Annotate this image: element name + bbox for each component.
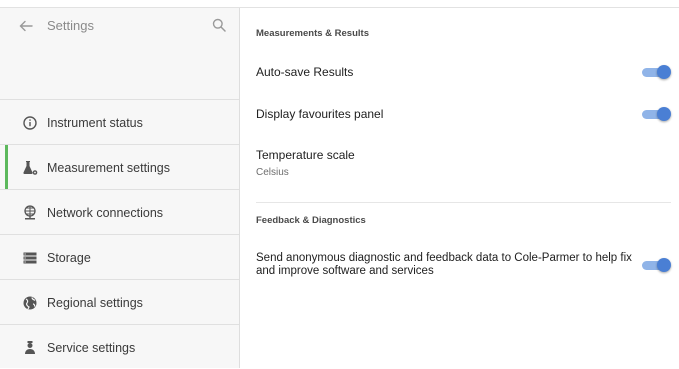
favourites-label: Display favourites panel [256, 107, 384, 121]
sidebar-title: Settings [47, 18, 94, 33]
sidebar-item-storage[interactable]: Storage [0, 234, 239, 279]
diagnostics-toggle[interactable] [642, 258, 671, 273]
section-title-measurements: Measurements & Results [256, 28, 369, 39]
technician-icon [25, 341, 35, 354]
autosave-label: Auto-save Results [256, 65, 354, 79]
info-icon [23, 116, 37, 130]
sidebar-item-service-settings[interactable]: Service settings [0, 324, 239, 369]
sidebar-item-instrument-status[interactable]: Instrument status [0, 99, 239, 144]
sidebar-item-label: Network connections [47, 206, 164, 220]
ethernet-icon [24, 205, 36, 220]
settings-nav: Instrument status Measurement settings N… [0, 99, 239, 369]
settings-detail-panel: Measurements & Results Auto-save Results… [240, 8, 679, 368]
top-strip [0, 0, 679, 8]
sidebar-item-label: Measurement settings [47, 161, 170, 175]
flask-gear-icon [23, 161, 38, 175]
sidebar-item-measurement-settings[interactable]: Measurement settings [0, 144, 239, 190]
sidebar-item-network-connections[interactable]: Network connections [0, 189, 239, 234]
autosave-toggle[interactable] [642, 65, 671, 80]
favourites-toggle[interactable] [642, 107, 671, 122]
settings-sidebar: Settings Instrument status Measurement s… [0, 8, 240, 368]
toggle-thumb [657, 107, 671, 121]
sidebar-item-label: Regional settings [47, 296, 143, 310]
sidebar-item-regional-settings[interactable]: Regional settings [0, 279, 239, 324]
sidebar-item-label: Storage [47, 251, 91, 265]
storage-icon [23, 252, 37, 264]
search-icon[interactable] [212, 18, 226, 32]
temperature-scale-value: Celsius [256, 167, 289, 178]
sidebar-item-label: Instrument status [47, 116, 143, 130]
globe-icon [23, 296, 37, 310]
diagnostics-label: Send anonymous diagnostic and feedback d… [256, 252, 632, 277]
toggle-thumb [657, 258, 671, 272]
temperature-scale-label[interactable]: Temperature scale [256, 148, 355, 162]
toggle-thumb [657, 65, 671, 79]
section-divider [256, 202, 671, 203]
back-arrow-icon[interactable] [19, 19, 33, 33]
sidebar-header: Settings [0, 8, 239, 100]
section-title-feedback: Feedback & Diagnostics [256, 215, 366, 226]
sidebar-item-label: Service settings [47, 341, 136, 355]
app-window: Settings Instrument status Measurement s… [0, 0, 679, 368]
